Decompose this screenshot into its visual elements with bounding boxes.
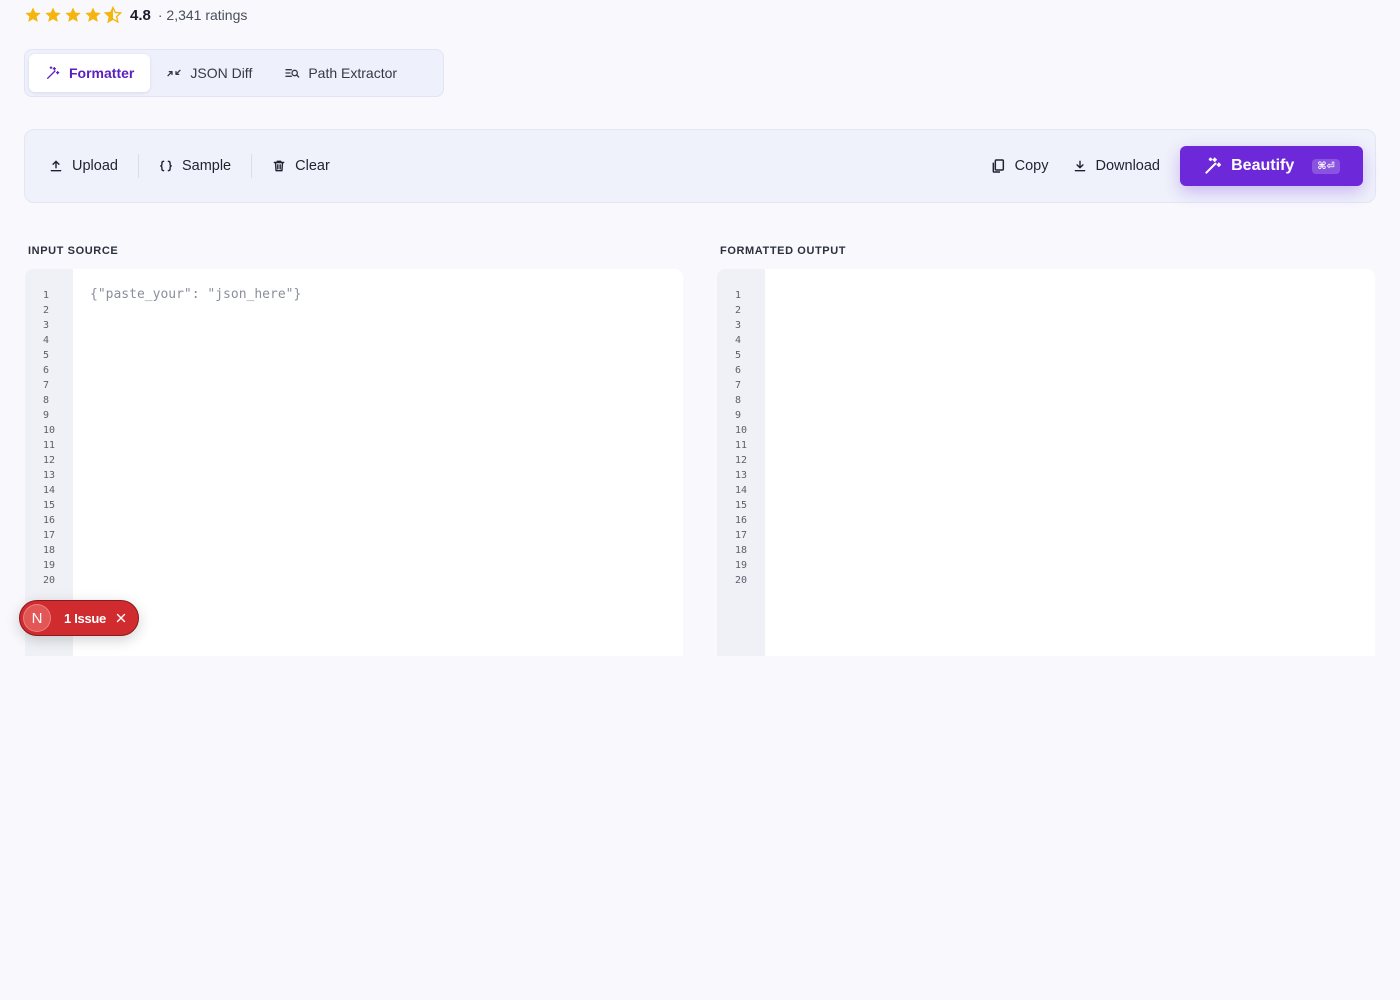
star-icon [85, 7, 101, 22]
upload-icon [50, 160, 62, 172]
toolbar-divider [251, 154, 253, 178]
line-number: 8 [43, 395, 50, 406]
beautify-label: Beautify [1231, 157, 1295, 174]
line-number: 3 [735, 320, 742, 331]
copy-icon [992, 159, 1004, 173]
rating-count: · 2,341 ratings [157, 7, 248, 23]
line-number: 14 [43, 485, 56, 496]
line-number: 10 [43, 425, 56, 436]
sample-button[interactable]: Sample [147, 147, 243, 185]
output-section-label: FORMATTED OUTPUT [720, 245, 847, 257]
line-number: 8 [735, 395, 742, 406]
line-number: 6 [735, 365, 742, 376]
rating-summary: 4.8 · 2,341 ratings [24, 6, 247, 24]
braces-icon [160, 160, 172, 172]
line-number-gutter: 1 2 3 4 5 6 7 8 9 10 11 12 13 14 15 16 17 18 19 20 [717, 269, 765, 656]
line-number: 15 [735, 500, 748, 511]
line-number: 3 [43, 320, 50, 331]
line-number: 19 [43, 560, 56, 571]
issue-count: 1 Issue [64, 610, 106, 626]
line-number: 7 [43, 380, 50, 391]
toolbar-divider [137, 154, 139, 178]
line-number: 1 [43, 290, 50, 301]
beautify-button[interactable]: Beautify ⌘⏎ [1180, 146, 1363, 186]
formatted-output-area[interactable] [765, 269, 1375, 656]
line-number: 12 [735, 455, 748, 466]
issue-badge[interactable]: N 1 Issue [19, 600, 139, 636]
magic-wand-icon [47, 66, 60, 79]
download-icon [1074, 160, 1085, 172]
clear-button[interactable]: Clear [260, 147, 342, 185]
close-icon[interactable] [115, 612, 127, 624]
line-number: 4 [735, 335, 742, 346]
clear-label: Clear [295, 158, 330, 174]
tab-json-diff[interactable]: JSON Diff [150, 54, 268, 92]
line-number: 16 [735, 515, 748, 526]
tool-tabs: Formatter JSON Diff Path Extractor [24, 49, 444, 97]
n-logo-icon: N [23, 604, 51, 632]
line-number: 12 [43, 455, 56, 466]
input-editor: 1 2 3 4 5 6 7 8 9 10 11 12 13 14 15 16 17 18 19 20 [25, 269, 683, 656]
line-number: 1 [735, 290, 742, 301]
editor-toolbar: Upload Sample Clear Copy Download Beauti… [24, 129, 1376, 203]
input-section-label: INPUT SOURCE [28, 245, 119, 257]
tab-path-extractor[interactable]: Path Extractor [268, 54, 413, 92]
line-number: 17 [735, 530, 748, 541]
magic-wand-icon [1205, 157, 1222, 174]
line-number: 10 [735, 425, 748, 436]
line-number: 2 [43, 305, 50, 316]
star-rating [24, 6, 122, 24]
star-half-icon [104, 6, 122, 24]
json-input-textarea[interactable] [90, 287, 666, 638]
line-number: 17 [43, 530, 56, 541]
line-number: 7 [735, 380, 742, 391]
trash-icon [273, 160, 285, 172]
copy-button[interactable]: Copy [978, 147, 1061, 185]
star-icon [25, 7, 41, 22]
tab-formatter[interactable]: Formatter [29, 54, 151, 92]
line-number: 15 [43, 500, 56, 511]
star-icon [65, 7, 81, 22]
line-number: 9 [43, 410, 50, 421]
input-code-area [73, 269, 683, 656]
line-number: 13 [43, 470, 56, 481]
compare-arrows-icon [167, 69, 182, 77]
line-number: 11 [43, 440, 56, 451]
line-number: 18 [43, 545, 56, 556]
line-number: 6 [43, 365, 50, 376]
tab-label: Path Extractor [308, 65, 398, 81]
line-number: 18 [735, 545, 748, 556]
line-number: 9 [735, 410, 742, 421]
download-button[interactable]: Download [1061, 147, 1173, 185]
line-number: 11 [735, 440, 748, 451]
line-number: 20 [43, 575, 56, 586]
sample-label: Sample [181, 158, 232, 174]
line-number: 5 [735, 350, 742, 361]
output-editor: 1 2 3 4 5 6 7 8 9 10 11 12 13 14 15 16 17 18 19 20 [717, 269, 1375, 656]
upload-button[interactable]: Upload [37, 147, 130, 185]
keyboard-shortcut-badge: ⌘⏎ [1312, 158, 1340, 174]
line-number-gutter: 1 2 3 4 5 6 7 8 9 10 11 12 13 14 15 16 17 18 19 20 [25, 269, 73, 656]
tab-label: Formatter [69, 65, 135, 81]
line-number: 14 [735, 485, 748, 496]
line-number: 4 [43, 335, 50, 346]
line-number: 5 [43, 350, 50, 361]
upload-label: Upload [72, 158, 118, 174]
line-number: 13 [735, 470, 748, 481]
list-search-icon [285, 69, 300, 78]
star-icon [45, 7, 61, 22]
tab-label: JSON Diff [190, 65, 253, 81]
copy-label: Copy [1014, 158, 1049, 174]
rating-value: 4.8 [130, 6, 151, 24]
line-number: 19 [735, 560, 748, 571]
line-number: 20 [735, 575, 748, 586]
download-label: Download [1095, 158, 1161, 174]
line-number: 2 [735, 305, 742, 316]
line-number: 16 [43, 515, 56, 526]
